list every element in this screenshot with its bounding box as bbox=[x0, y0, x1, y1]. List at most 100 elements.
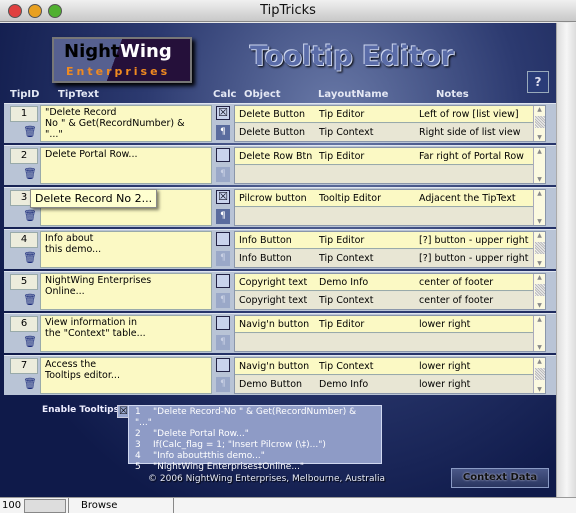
portal-row[interactable]: Info Button Tip Context [?] button - upp… bbox=[235, 250, 546, 267]
layout-field[interactable]: Tip Context bbox=[319, 124, 373, 141]
pilcrow-button[interactable]: ¶ bbox=[216, 167, 230, 182]
pilcrow-button[interactable]: ¶ bbox=[216, 293, 230, 308]
portal-row[interactable]: Copyright text Tip Context center of foo… bbox=[235, 292, 546, 309]
notes-field[interactable]: Right side of list view bbox=[419, 124, 521, 141]
portal-scrollbar[interactable]: ▲ ▼ bbox=[533, 106, 545, 141]
layout-field[interactable]: Tip Editor bbox=[319, 106, 364, 123]
notes-field[interactable]: center of footer bbox=[419, 292, 493, 309]
notes-field[interactable]: Far right of Portal Row bbox=[419, 148, 524, 165]
trash-icon[interactable]: 🗑 bbox=[23, 126, 37, 138]
minimize-button[interactable] bbox=[28, 4, 42, 18]
portal-row[interactable] bbox=[235, 166, 533, 183]
layout-field[interactable]: Tip Editor bbox=[319, 316, 364, 333]
layout-field[interactable]: Tip Editor bbox=[319, 232, 364, 249]
layout-field[interactable]: Tip Context bbox=[319, 292, 373, 309]
tipid-field[interactable]: 6 bbox=[10, 316, 38, 332]
zoom-level[interactable]: 100 bbox=[2, 498, 21, 513]
calc-checkbox[interactable] bbox=[216, 316, 230, 330]
trash-icon[interactable]: 🗑 bbox=[23, 378, 37, 390]
object-field[interactable]: Pilcrow button bbox=[239, 190, 307, 207]
pilcrow-button[interactable]: ¶ bbox=[216, 125, 230, 140]
calc-checkbox[interactable]: ☒ bbox=[216, 106, 230, 120]
portal-row[interactable] bbox=[235, 208, 533, 225]
object-field[interactable]: Info Button bbox=[239, 232, 292, 249]
portal-row[interactable]: Navig'n button Tip Context lower right 🗑 bbox=[235, 358, 546, 375]
zoom-controls-icon[interactable] bbox=[24, 499, 66, 513]
pilcrow-button[interactable]: ¶ bbox=[216, 377, 230, 392]
window-scrollbar[interactable] bbox=[556, 23, 576, 497]
layout-field[interactable]: Tip Context bbox=[319, 358, 373, 375]
tipid-field[interactable]: 2 bbox=[10, 148, 38, 164]
portal-row[interactable] bbox=[235, 334, 533, 351]
notes-field[interactable]: Left of row [list view] bbox=[419, 106, 519, 123]
calc-checkbox[interactable] bbox=[216, 358, 230, 372]
layout-field[interactable]: Tip Context bbox=[319, 250, 373, 267]
portal-scrollbar[interactable]: ▲ ▼ bbox=[533, 148, 545, 183]
object-field[interactable]: Navig'n button bbox=[239, 358, 309, 375]
pilcrow-button[interactable]: ¶ bbox=[216, 209, 230, 224]
notes-field[interactable]: center of footer bbox=[419, 274, 493, 291]
calc-checkbox[interactable] bbox=[216, 148, 230, 162]
portal: Delete Row Btn Tip Editor Far right of P… bbox=[234, 147, 546, 184]
portal-row[interactable]: Delete Button Tip Context Right side of … bbox=[235, 124, 546, 141]
nightwing-logo: Night Wing Enterprises bbox=[52, 37, 192, 83]
trash-icon[interactable]: 🗑 bbox=[23, 252, 37, 264]
tiptext-field[interactable]: NightWing Enterprises Online... bbox=[40, 273, 212, 310]
portal-row[interactable]: Delete Button Tip Editor Left of row [li… bbox=[235, 106, 546, 123]
object-field[interactable]: Copyright text bbox=[239, 274, 307, 291]
notes-field[interactable]: [?] button - upper right bbox=[419, 232, 528, 249]
tiptext-field[interactable]: Delete Portal Row... bbox=[40, 147, 212, 184]
portal-scrollbar[interactable]: ▲ ▼ bbox=[533, 358, 545, 393]
portal-row[interactable]: Navig'n button Tip Editor lower right 🗑 bbox=[235, 316, 546, 333]
calc-checkbox[interactable] bbox=[216, 274, 230, 288]
trash-icon[interactable]: 🗑 bbox=[23, 210, 37, 222]
close-button[interactable] bbox=[8, 4, 22, 18]
notes-field[interactable]: Adjacent the TipText bbox=[419, 190, 516, 207]
notes-field[interactable]: lower right bbox=[419, 376, 470, 393]
object-field[interactable]: Delete Button bbox=[239, 106, 305, 123]
notes-field[interactable]: lower right bbox=[419, 358, 470, 375]
portal-scrollbar[interactable]: ▲ ▼ bbox=[533, 190, 545, 225]
object-field[interactable]: Delete Button bbox=[239, 124, 305, 141]
table-row: 6 🗑 View information in the "Context" ta… bbox=[4, 313, 556, 353]
portal-scrollbar[interactable]: ▲ ▼ bbox=[533, 274, 545, 309]
help-button[interactable]: ? bbox=[527, 71, 549, 93]
mode-popup[interactable]: Browse bbox=[68, 498, 174, 513]
notes-field[interactable]: [?] button - upper right bbox=[419, 250, 528, 267]
tiptext-field[interactable]: Info about this demo... bbox=[40, 231, 212, 268]
pilcrow-button[interactable]: ¶ bbox=[216, 251, 230, 266]
calc-checkbox[interactable] bbox=[216, 232, 230, 246]
layout-field[interactable]: Tip Editor bbox=[319, 148, 364, 165]
object-field[interactable]: Delete Row Btn bbox=[239, 148, 312, 165]
zoom-button[interactable] bbox=[48, 4, 62, 18]
window-title: TipTricks bbox=[260, 3, 316, 18]
layout-field[interactable]: Demo Info bbox=[319, 274, 368, 291]
pilcrow-button[interactable]: ¶ bbox=[216, 335, 230, 350]
portal-scrollbar[interactable]: ▲ ▼ bbox=[533, 316, 545, 351]
trash-icon[interactable]: 🗑 bbox=[23, 168, 37, 180]
tipid-field[interactable]: 5 bbox=[10, 274, 38, 290]
object-field[interactable]: Demo Button bbox=[239, 376, 302, 393]
object-field[interactable]: Navig'n button bbox=[239, 316, 309, 333]
portal-row[interactable]: Pilcrow button Tooltip Editor Adjacent t… bbox=[235, 190, 546, 207]
tipid-field[interactable]: 4 bbox=[10, 232, 38, 248]
object-field[interactable]: Info Button bbox=[239, 250, 292, 267]
layout-field[interactable]: Tooltip Editor bbox=[319, 190, 381, 207]
tipid-field[interactable]: 7 bbox=[10, 358, 38, 374]
trash-icon[interactable]: 🗑 bbox=[23, 294, 37, 306]
portal-row[interactable]: Demo Button Demo Info lower right 🗑 bbox=[235, 376, 546, 393]
portal-scrollbar[interactable]: ▲ ▼ bbox=[533, 232, 545, 267]
notes-field[interactable]: lower right bbox=[419, 316, 470, 333]
context-data-button[interactable]: Context Data bbox=[451, 468, 549, 488]
portal-row[interactable]: Delete Row Btn Tip Editor Far right of P… bbox=[235, 148, 546, 165]
portal-row[interactable]: Info Button Tip Editor [?] button - uppe… bbox=[235, 232, 546, 249]
portal-row[interactable]: Copyright text Demo Info center of foote… bbox=[235, 274, 546, 291]
tipid-field[interactable]: 1 bbox=[10, 106, 38, 122]
calc-checkbox[interactable]: ☒ bbox=[216, 190, 230, 204]
trash-icon[interactable]: 🗑 bbox=[23, 336, 37, 348]
layout-field[interactable]: Demo Info bbox=[319, 376, 368, 393]
tiptext-field[interactable]: View information in the "Context" table.… bbox=[40, 315, 212, 352]
object-field[interactable]: Copyright text bbox=[239, 292, 307, 309]
tiptext-field[interactable]: Access the Tooltips editor... bbox=[40, 357, 212, 394]
tiptext-field[interactable]: "Delete Record No " & Get(RecordNumber) … bbox=[40, 105, 212, 142]
